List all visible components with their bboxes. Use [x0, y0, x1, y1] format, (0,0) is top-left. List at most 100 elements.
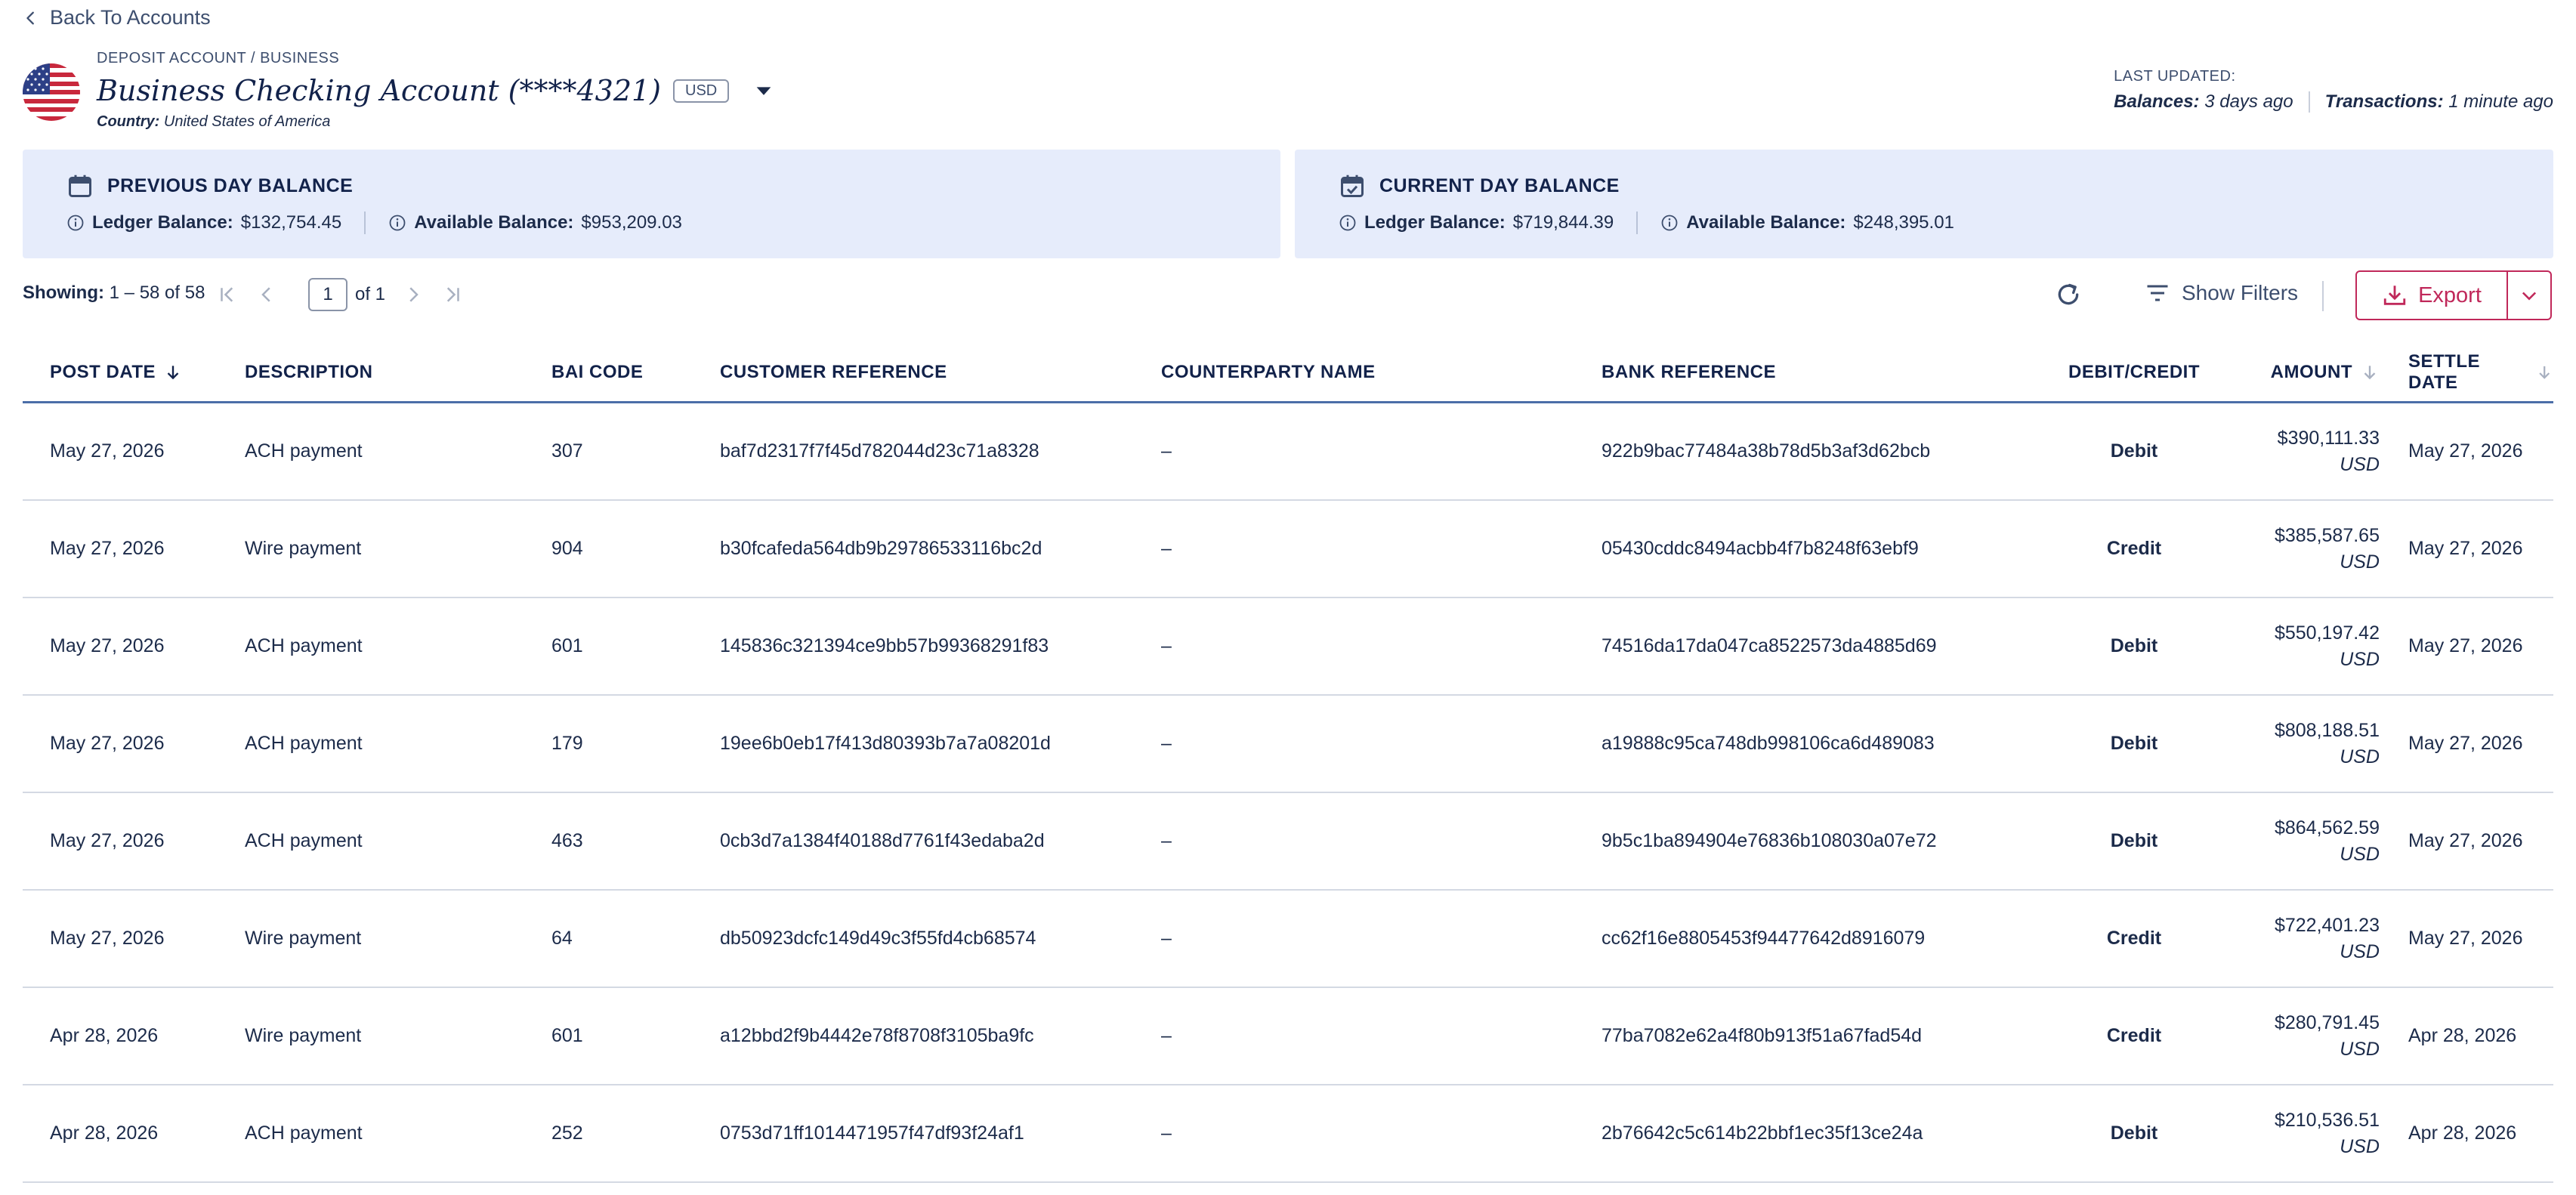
calendar-icon — [69, 174, 91, 197]
amount-currency: USD — [2340, 453, 2380, 475]
prev-available-label: Available Balance: — [414, 212, 574, 233]
cell-customer-reference: baf7d2317f7f45d782044d23c71a8328 — [720, 440, 1039, 462]
cell-counterparty: – — [1161, 440, 1172, 462]
amount-currency: USD — [2340, 1135, 2380, 1157]
column-label: DESCRIPTION — [245, 362, 373, 382]
previous-page-icon[interactable] — [255, 283, 278, 306]
column-header-bank-reference[interactable]: BANK REFERENCE — [1602, 341, 1776, 403]
cell-settle-date: Apr 28, 2026 — [2408, 1122, 2517, 1144]
amount-value: $864,562.59 — [2274, 817, 2380, 838]
cell-bank-reference: 05430cddc8494acbb4f7b8248f63ebf9 — [1602, 538, 1919, 559]
export-options-button[interactable] — [2507, 272, 2550, 319]
cell-bai-code: 463 — [551, 830, 583, 851]
info-icon[interactable] — [388, 214, 406, 232]
table-header: POST DATE DESCRIPTION BAI CODE CUSTOMER … — [23, 341, 2553, 403]
export-split-button: Export — [2355, 270, 2552, 320]
column-header-counterparty-name[interactable]: COUNTERPARTY NAME — [1161, 341, 1376, 403]
cell-bank-reference: 77ba7082e62a4f80b913f51a67fad54d — [1602, 1025, 1923, 1046]
account-country: Country: United States of America — [97, 113, 330, 131]
cell-settle-date: May 27, 2026 — [2408, 440, 2523, 462]
export-button[interactable]: Export — [2357, 272, 2507, 319]
table-row[interactable]: May 27, 2026 ACH payment 463 0cb3d7a1384… — [23, 793, 2553, 891]
amount-currency: USD — [2340, 551, 2380, 573]
cell-bank-reference: 922b9bac77484a38b78d5b3af3d62bcb — [1602, 440, 1931, 462]
column-label: CUSTOMER REFERENCE — [720, 362, 947, 382]
table-row[interactable]: May 27, 2026 ACH payment 307 baf7d2317f7… — [23, 403, 2553, 501]
cell-amount: $390,111.33 USD — [2229, 403, 2380, 499]
table-row[interactable]: May 27, 2026 Wire payment 904 b30fcafeda… — [23, 501, 2553, 598]
amount-currency: USD — [2340, 1038, 2380, 1060]
info-icon[interactable] — [66, 214, 85, 232]
cell-post-date: Apr 28, 2026 — [50, 1122, 159, 1144]
sort-icon — [2364, 366, 2376, 380]
page-total: of 1 — [355, 284, 386, 304]
cell-debit-credit: Debit — [2110, 635, 2158, 656]
cell-bai-code: 904 — [551, 538, 583, 559]
prev-ledger-value: $132,754.45 — [240, 212, 342, 233]
last-page-icon[interactable] — [441, 283, 464, 306]
back-to-accounts-link[interactable]: Back To Accounts — [23, 6, 211, 29]
cell-customer-reference: a12bbd2f9b4442e78f8708f3105ba9fc — [720, 1025, 1034, 1046]
cell-settle-date: Apr 28, 2026 — [2408, 1025, 2517, 1046]
transactions-updated-value: 1 minute ago — [2448, 91, 2553, 112]
last-updated: LAST UPDATED: Balances: 3 days ago Trans… — [2114, 68, 2553, 113]
cell-debit-credit: Credit — [2106, 538, 2162, 559]
amount-currency: USD — [2340, 746, 2380, 767]
table-row[interactable]: Apr 28, 2026 ACH payment 252 0753d71ff10… — [23, 1085, 2553, 1183]
cell-bank-reference: 9b5c1ba894904e76836b108030a07e72 — [1602, 830, 1937, 851]
cell-amount: $280,791.45 USD — [2229, 988, 2380, 1084]
column-header-customer-reference[interactable]: CUSTOMER REFERENCE — [720, 341, 947, 403]
cell-customer-reference: 0cb3d7a1384f40188d7761f43edaba2d — [720, 830, 1045, 851]
pagination: of 1 — [216, 278, 464, 311]
cell-post-date: May 27, 2026 — [50, 635, 165, 656]
amount-value: $808,188.51 — [2274, 719, 2380, 741]
next-page-icon[interactable] — [402, 283, 425, 306]
first-page-icon[interactable] — [216, 283, 239, 306]
current-day-title: CURRENT DAY BALANCE — [1379, 174, 1620, 196]
column-header-amount[interactable]: AMOUNT — [2229, 341, 2380, 403]
table-row[interactable]: May 27, 2026 Wire payment 64 db50923dcfc… — [23, 891, 2553, 988]
cell-description: Wire payment — [245, 538, 362, 559]
column-header-post-date[interactable]: POST DATE — [50, 341, 183, 403]
cell-description: Wire payment — [245, 928, 362, 949]
cell-post-date: May 27, 2026 — [50, 733, 165, 754]
cell-counterparty: – — [1161, 830, 1172, 851]
refresh-icon[interactable] — [2053, 279, 2083, 310]
curr-available-value: $248,395.01 — [1853, 212, 1954, 233]
sort-icon — [2538, 366, 2550, 379]
column-header-settle-date[interactable]: SETTLE DATE — [2408, 341, 2553, 403]
column-header-bai-code[interactable]: BAI CODE — [551, 341, 643, 403]
show-filters-label: Show Filters — [2182, 281, 2299, 304]
table-row[interactable]: Apr 28, 2026 Wire payment 601 a12bbd2f9b… — [23, 988, 2553, 1085]
curr-ledger-label: Ledger Balance: — [1364, 212, 1506, 233]
info-icon[interactable] — [1660, 214, 1679, 232]
cell-description: ACH payment — [245, 830, 363, 851]
divider — [2322, 281, 2324, 311]
show-filters-button[interactable]: Show Filters — [2144, 279, 2298, 307]
balances-updated-label: Balances: — [2114, 91, 2200, 112]
cell-bank-reference: cc62f16e8805453f94477642d8916079 — [1602, 928, 1926, 949]
cell-amount: $722,401.23 USD — [2229, 891, 2380, 987]
page-number-input[interactable] — [308, 278, 347, 311]
currency-badge: USD — [673, 79, 730, 103]
cell-counterparty: – — [1161, 1025, 1172, 1046]
cell-post-date: May 27, 2026 — [50, 440, 165, 462]
cell-counterparty: – — [1161, 1122, 1172, 1144]
account-switcher-caret-icon[interactable] — [753, 80, 774, 101]
country-value: United States of America — [163, 113, 331, 130]
cell-bank-reference: 74516da17da047ca8522573da4885d69 — [1602, 635, 1937, 656]
account-breadcrumb: DEPOSIT ACCOUNT / BUSINESS — [97, 50, 340, 66]
column-header-description[interactable]: DESCRIPTION — [245, 341, 373, 403]
column-label: BAI CODE — [551, 362, 644, 382]
cell-debit-credit: Credit — [2106, 1025, 2162, 1046]
column-header-debit-credit[interactable]: DEBIT/CREDIT — [2032, 341, 2236, 403]
filter-icon — [2147, 285, 2168, 301]
cell-bai-code: 601 — [551, 1025, 583, 1046]
column-label: BANK REFERENCE — [1602, 362, 1777, 382]
last-updated-label: LAST UPDATED: — [2114, 68, 2236, 85]
export-label: Export — [2418, 283, 2482, 307]
table-row[interactable]: May 27, 2026 ACH payment 179 19ee6b0eb17… — [23, 696, 2553, 793]
info-icon[interactable] — [1339, 214, 1357, 232]
table-row[interactable]: May 27, 2026 ACH payment 601 145836c3213… — [23, 598, 2553, 696]
amount-value: $210,536.51 — [2274, 1109, 2380, 1131]
